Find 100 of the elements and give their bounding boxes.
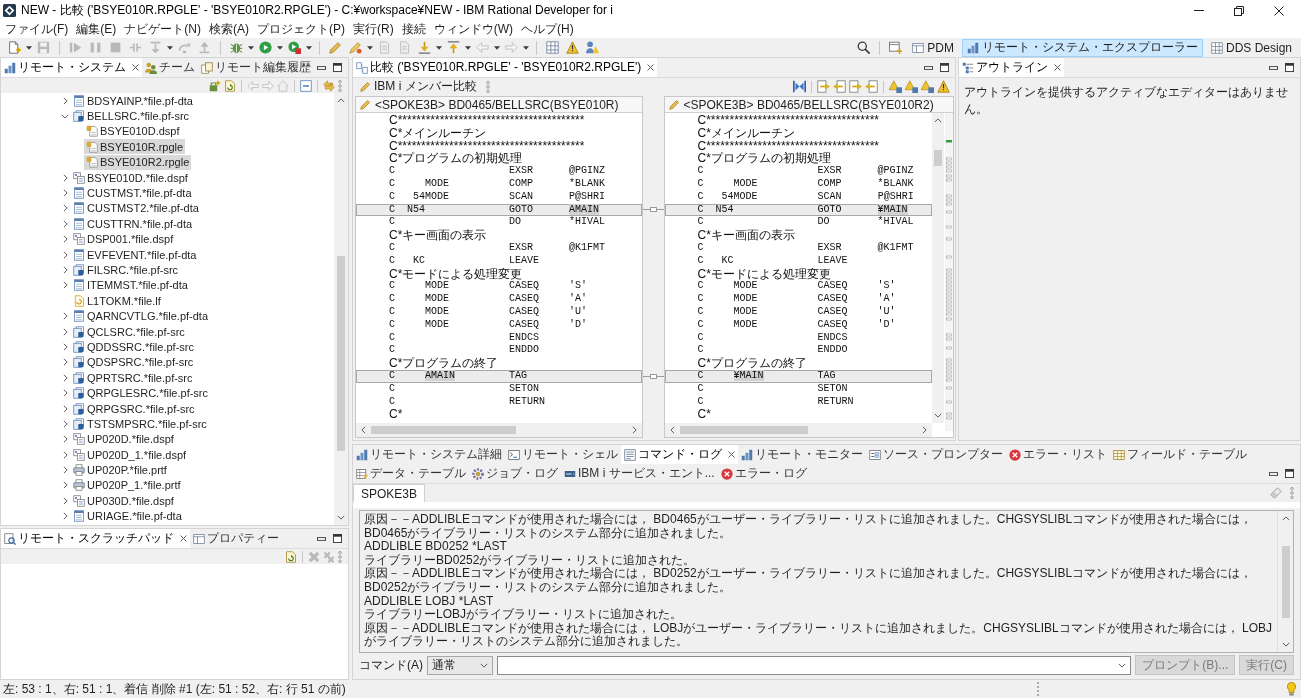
lightbulb-icon[interactable]: [1287, 682, 1296, 696]
menu-item[interactable]: ウィンドウ(W): [429, 21, 517, 38]
bug-icon[interactable]: [230, 41, 243, 54]
chevron-icon[interactable]: [62, 373, 68, 382]
maximize-icon[interactable]: [333, 63, 342, 72]
view-tab[interactable]: リモート・シェル: [505, 445, 621, 464]
refresh-icon[interactable]: [285, 550, 297, 563]
caret-icon[interactable]: [480, 662, 488, 668]
maximize-icon[interactable]: [333, 534, 342, 543]
view-tab[interactable]: リモート・システム詳細: [353, 445, 505, 464]
scroll-right-icon[interactable]: [922, 426, 927, 434]
minimize-icon[interactable]: [317, 536, 326, 541]
view-tab[interactable]: ジョブ・ログ: [469, 464, 561, 483]
tree-item[interactable]: DSP001.*file.dspf: [71, 231, 176, 247]
scrollbar-thumb[interactable]: [1281, 546, 1290, 618]
tree-item[interactable]: QCLSRC.*file.pf-src: [71, 324, 187, 340]
close-icon[interactable]: [647, 64, 655, 71]
tree-item[interactable]: QPRTSRC.*file.pf-src: [71, 370, 195, 386]
chevron-icon[interactable]: [62, 342, 68, 351]
chevron-icon[interactable]: [62, 219, 68, 228]
chevron-icon[interactable]: [62, 450, 68, 459]
chevron-icon[interactable]: [62, 512, 68, 521]
scroll-left-icon[interactable]: [361, 426, 366, 434]
menu-item[interactable]: プロジェクト(P): [253, 21, 349, 38]
tree-item[interactable]: BSYE010D.*file.dspf: [71, 170, 190, 186]
grid-icon[interactable]: [546, 41, 559, 54]
view-tab[interactable]: プロパティー: [190, 529, 282, 548]
editor-tab[interactable]: 比較 ('BSYE010R.RPGLE' - 'BSYE010R2.RPGLE'): [353, 58, 658, 77]
close-icon[interactable]: [1054, 64, 1061, 71]
caret-icon[interactable]: [306, 45, 312, 50]
close-icon[interactable]: [132, 64, 139, 71]
previous-annotation-icon[interactable]: [447, 41, 460, 54]
chevron-icon[interactable]: [62, 496, 68, 505]
tree-item[interactable]: QDDSSRC.*file.pf-src: [71, 339, 196, 355]
caret-icon[interactable]: [523, 45, 529, 50]
scrollbar-thumb[interactable]: [934, 150, 942, 166]
tree-item[interactable]: CUSTMST2.*file.pf-dta: [71, 200, 201, 216]
new-file-icon[interactable]: [8, 41, 21, 54]
chevron-icon[interactable]: [62, 389, 68, 398]
horizontal-scrollbar[interactable]: [664, 423, 932, 437]
view-tab[interactable]: リモート・スクラッチパッド: [1, 529, 190, 548]
caret-icon[interactable]: [436, 45, 442, 50]
minimize-icon[interactable]: [317, 65, 326, 70]
scroll-down-icon[interactable]: [934, 413, 942, 418]
scroll-right-icon[interactable]: [631, 426, 637, 434]
tree-item[interactable]: UP020D.*file.dspf: [71, 431, 176, 447]
warning-icon[interactable]: [566, 41, 579, 54]
view-tab[interactable]: リモート編集履歴: [198, 58, 314, 77]
mode-dropdown[interactable]: 通常: [427, 655, 493, 675]
chevron-icon[interactable]: [62, 204, 68, 213]
tree-item[interactable]: CUSTTRN.*file.pf-dta: [71, 216, 195, 232]
copy-all-icon[interactable]: [793, 80, 806, 93]
chevron-icon[interactable]: [62, 235, 68, 244]
chevron-icon[interactable]: [62, 466, 68, 475]
vertical-scrollbar[interactable]: [932, 113, 944, 423]
next-annotation-icon[interactable]: [418, 41, 431, 54]
view-tab[interactable]: IBM i サービス・エント...: [561, 464, 718, 483]
scroll-up-icon[interactable]: [1281, 516, 1290, 521]
chevron-icon[interactable]: [62, 358, 68, 367]
tree-item[interactable]: BSYE010D.dspf: [84, 123, 182, 139]
tree-item[interactable]: FILSRC.*file.pf-src: [71, 262, 181, 278]
menu-item[interactable]: ファイル(F): [1, 21, 73, 38]
tree-item[interactable]: BSYE010R.rpgle: [84, 139, 186, 155]
close-icon[interactable]: [728, 451, 735, 458]
caret-icon[interactable]: [367, 45, 373, 50]
tree-item[interactable]: QDSPSRC.*file.pf-src: [71, 354, 196, 370]
tree-item[interactable]: L1TOKM.*file.lf: [71, 293, 163, 309]
tree-item[interactable]: UP030D.*file.dspf: [71, 493, 176, 509]
tree-item[interactable]: UP020P.*file.prtf: [71, 462, 169, 478]
perspective-button[interactable]: PDM: [907, 38, 959, 57]
view-tab[interactable]: フィールド・テーブル: [1110, 445, 1250, 464]
view-tab[interactable]: リモート・システム: [1, 58, 142, 77]
caret-icon[interactable]: [26, 45, 32, 50]
horizontal-scrollbar[interactable]: [356, 423, 642, 437]
caret-icon[interactable]: [465, 45, 471, 50]
scroll-up-icon[interactable]: [337, 98, 345, 103]
maximize-icon[interactable]: [940, 63, 949, 72]
tree-item[interactable]: BELLSRC.*file.pf-src: [71, 108, 192, 124]
tree-item[interactable]: CUSTMST.*file.pf-dta: [71, 185, 194, 201]
view-tab[interactable]: リモート・モニター: [738, 445, 866, 464]
chevron-icon[interactable]: [62, 481, 68, 490]
chevron-icon[interactable]: [62, 435, 68, 444]
close-icon[interactable]: [1274, 5, 1284, 16]
tree-item[interactable]: URIAGE.*file.pf-dta: [71, 508, 184, 524]
refresh-icon[interactable]: [224, 79, 236, 92]
search-icon[interactable]: [857, 41, 871, 54]
chevron-icon[interactable]: [62, 189, 68, 198]
chevron-icon[interactable]: [62, 266, 68, 274]
marker-icon[interactable]: [349, 41, 362, 54]
scroll-down-icon[interactable]: [337, 515, 345, 520]
tree-item[interactable]: UP020P_1.*file.prtf: [71, 477, 183, 493]
tree-item[interactable]: BDSYAINP.*file.pf-dta: [71, 93, 195, 109]
vertical-scrollbar[interactable]: [334, 93, 348, 525]
tree-item[interactable]: QRPGLESRC.*file.pf-src: [71, 385, 211, 401]
view-tab[interactable]: アウトライン: [959, 58, 1064, 77]
caret-icon[interactable]: [1118, 662, 1127, 668]
view-tab[interactable]: チーム: [142, 58, 198, 77]
chevron-icon[interactable]: [62, 96, 68, 105]
menu-item[interactable]: ナビゲート(N): [120, 21, 205, 38]
caret-icon[interactable]: [494, 45, 500, 50]
